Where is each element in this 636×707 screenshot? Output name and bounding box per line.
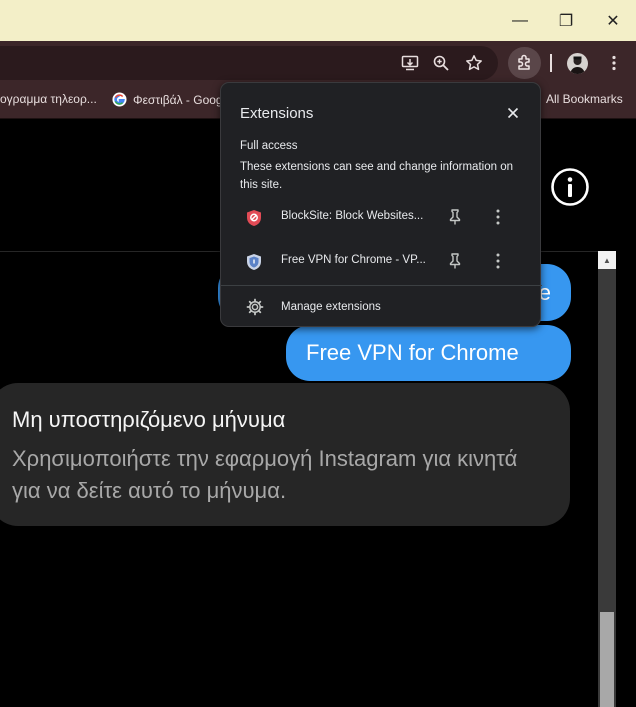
zoom-icon[interactable] [428, 51, 454, 75]
vpn-shield-icon [247, 254, 261, 270]
info-icon[interactable] [550, 167, 590, 207]
more-options-icon[interactable] [493, 252, 503, 270]
blocksite-shield-icon [247, 210, 261, 226]
pin-icon[interactable] [447, 208, 463, 226]
extension-item-free-vpn[interactable]: Free VPN for Chrome - VP... [221, 241, 542, 281]
toolbar-separator [550, 54, 552, 72]
section-description: These extensions can see and change info… [240, 161, 513, 191]
profile-avatar[interactable] [567, 53, 588, 74]
close-icon [507, 107, 519, 119]
manage-extensions-button[interactable]: Manage extensions [221, 286, 542, 328]
install-app-icon[interactable] [397, 51, 423, 75]
gear-icon [246, 298, 264, 316]
address-bar[interactable] [0, 46, 498, 80]
minimize-button[interactable]: — [497, 0, 543, 41]
more-options-icon[interactable] [493, 208, 503, 226]
bookmark-label: Φεστιβάλ - Goog [133, 92, 223, 107]
extensions-button[interactable] [508, 47, 541, 79]
received-message-bubble[interactable]: Μη υποστηριζόμενο μήνυμα Χρησιμοποιήστε … [0, 383, 570, 526]
extensions-popup: Extensions Full access These extensions … [220, 82, 542, 328]
extension-item-blocksite[interactable]: BlockSite: Block Websites... [221, 197, 542, 237]
unsupported-message-title: Μη υποστηριζόμενο μήνυμα [12, 407, 286, 432]
scroll-up-arrow-icon[interactable]: ▲ [598, 251, 616, 269]
bookmark-item[interactable]: ογραμμα τηλεορ... [0, 92, 97, 106]
extension-name: Free VPN for Chrome - VP... [281, 254, 426, 266]
scrollbar-thumb[interactable] [600, 612, 614, 707]
popup-title: Extensions [240, 105, 314, 122]
menu-kebab-icon[interactable] [601, 51, 627, 75]
maximize-icon: ❐ [558, 12, 574, 30]
bookmark-star-icon[interactable] [461, 51, 487, 75]
close-window-button[interactable]: ✕ [590, 0, 636, 41]
maximize-button[interactable]: ❐ [543, 0, 589, 41]
sent-message-bubble[interactable]: Free VPN for Chrome [286, 325, 571, 381]
google-icon [112, 92, 127, 107]
close-popup-button[interactable] [504, 104, 522, 122]
pin-icon[interactable] [447, 252, 463, 270]
bookmark-item[interactable]: Φεστιβάλ - Goog [112, 92, 223, 107]
section-title: Full access [240, 140, 298, 152]
unsupported-message-body: Χρησιμοποιήστε την εφαρμογή Instagram γι… [12, 446, 518, 503]
window-edge [616, 120, 636, 707]
extensions-puzzle-icon [517, 54, 530, 70]
all-bookmarks[interactable]: All Bookmarks [546, 92, 623, 106]
close-icon: ✕ [606, 12, 620, 30]
message-text: Free VPN for Chrome [306, 340, 519, 365]
manage-extensions-label: Manage extensions [281, 301, 381, 313]
minimize-icon: — [512, 11, 528, 29]
extension-name: BlockSite: Block Websites... [281, 210, 424, 222]
